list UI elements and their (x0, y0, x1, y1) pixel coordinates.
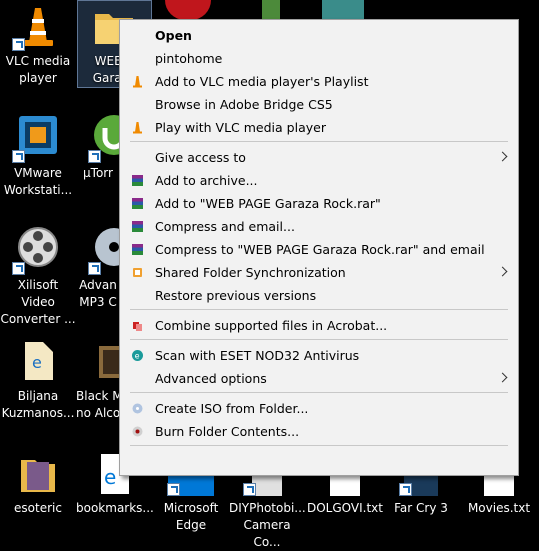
desktop-icon-label: VLC media player (5, 54, 71, 85)
burn-icon (132, 426, 143, 437)
submenu-arrow-icon (497, 372, 508, 383)
menu-item-label: Browse in Adobe Bridge CS5 (155, 97, 333, 112)
menu-separator (130, 392, 508, 393)
desktop-icon-label: esoteric (14, 501, 62, 515)
desktop-icon-vlc[interactable]: VLC media player (0, 0, 76, 92)
menu-item-compress-to-rar-and-email[interactable]: Compress to "WEB PAGE Garaza Rock.rar" a… (120, 238, 518, 261)
shortcut-arrow-icon (12, 38, 25, 51)
menu-item-label: Give access to (155, 150, 246, 165)
shortcut-arrow-icon (12, 150, 25, 163)
menu-item-label: Advanced options (155, 371, 267, 386)
desktop-icon-label: Black Mno Alco (76, 389, 120, 420)
menu-item-label: pintohome (155, 51, 223, 66)
shortcut-arrow-icon (167, 483, 180, 496)
desktop-icon-biljana[interactable]: e Biljana Kuzmanos... (0, 336, 76, 428)
winrar-icon (132, 221, 143, 232)
submenu-arrow-icon (497, 266, 508, 277)
menu-item-create-iso[interactable]: Create ISO from Folder... (120, 397, 518, 420)
winrar-icon (132, 175, 143, 186)
folder-icon (21, 460, 55, 492)
sync-icon (133, 268, 142, 277)
menu-item-compress-and-email[interactable]: Compress and email... (120, 215, 518, 238)
menu-item-restore-previous-versions[interactable]: Restore previous versions (120, 284, 518, 307)
desktop-icon-label: DIYPhotobi... Camera Co... (229, 501, 306, 549)
disc-icon (132, 403, 143, 414)
shortcut-arrow-icon (88, 262, 101, 275)
partial-icon-green (262, 0, 280, 20)
desktop-icon-label: Movies.txt (467, 501, 531, 515)
desktop-icon-label: Far Cry 3 (394, 501, 448, 515)
desktop-icon-esoteric[interactable]: esoteric (0, 450, 76, 542)
menu-item-add-to-vlc-playlist[interactable]: Add to VLC media player's Playlist (120, 70, 518, 93)
menu-item-add-to-rar[interactable]: Add to "WEB PAGE Garaza Rock.rar" (120, 192, 518, 215)
menu-item-label: Add to VLC media player's Playlist (155, 74, 369, 89)
menu-item-label: Add to "WEB PAGE Garaza Rock.rar" (155, 196, 381, 211)
menu-item-label: Play with VLC media player (155, 120, 326, 135)
menu-item-label: Shared Folder Synchronization (155, 265, 346, 280)
menu-item-open[interactable]: Open (120, 24, 518, 47)
shortcut-arrow-icon (243, 483, 256, 496)
desktop-icon-label: Xilisoft Video Converter ... (0, 278, 76, 326)
submenu-arrow-icon (497, 151, 508, 162)
menu-item-advanced-options[interactable]: Advanced options (120, 367, 518, 390)
desktop-icon-xilisoft[interactable]: Xilisoft Video Converter ... (0, 222, 76, 326)
menu-item-shared-folder-sync[interactable]: Shared Folder Synchronization (120, 261, 518, 284)
menu-item-label: Add to archive... (155, 173, 258, 188)
context-menu: Open pintohome Add to VLC media player's… (119, 19, 519, 476)
menu-item-label: Compress to "WEB PAGE Garaza Rock.rar" a… (155, 242, 485, 257)
menu-item-label: Compress and email... (155, 219, 295, 234)
menu-separator (130, 445, 508, 446)
vlc-cone-icon (133, 122, 142, 134)
acrobat-icon (133, 322, 142, 331)
menu-item-label: Combine supported files in Acrobat... (155, 318, 388, 333)
partial-icon-red (165, 0, 211, 20)
document-icon: e (25, 342, 53, 380)
shortcut-arrow-icon (88, 150, 101, 163)
desktop-icon-label: µTorr (83, 166, 113, 180)
menu-separator (130, 309, 508, 310)
menu-item-label: Burn Folder Contents... (155, 424, 300, 439)
desktop-icon-label: Biljana Kuzmanos... (1, 389, 75, 420)
svg-text:e: e (104, 465, 116, 489)
menu-item-scan-eset[interactable]: e Scan with ESET NOD32 Antivirus (120, 344, 518, 367)
menu-item-combine-in-acrobat[interactable]: Combine supported files in Acrobat... (120, 314, 518, 337)
vlc-cone-icon (133, 76, 142, 88)
desktop-icon-label: Advan MP3 C (79, 278, 117, 309)
menu-item-add-to-archive[interactable]: Add to archive... (120, 169, 518, 192)
eset-icon: e (132, 350, 143, 361)
menu-item-label: Create ISO from Folder... (155, 401, 309, 416)
desktop-icon-label: bookmarks... (76, 501, 154, 515)
menu-item-pintohome[interactable]: pintohome (120, 47, 518, 70)
winrar-icon (132, 198, 143, 209)
menu-item-play-with-vlc[interactable]: Play with VLC media player (120, 116, 518, 139)
winrar-icon (132, 244, 143, 255)
shortcut-arrow-icon (12, 262, 25, 275)
menu-item-burn-folder-contents[interactable]: Burn Folder Contents... (120, 420, 518, 443)
menu-item-label: Scan with ESET NOD32 Antivirus (155, 348, 360, 363)
menu-separator (130, 339, 508, 340)
svg-text:e: e (135, 352, 140, 361)
menu-item-browse-adobe-bridge[interactable]: Browse in Adobe Bridge CS5 (120, 93, 518, 116)
desktop-icon-label: VMware Workstati... (3, 166, 73, 197)
menu-item-label: Restore previous versions (155, 288, 317, 303)
desktop-icon-vmware[interactable]: VMware Workstati... (0, 110, 76, 202)
shortcut-arrow-icon (399, 483, 412, 496)
menu-item-label: Open (155, 28, 192, 43)
menu-separator (130, 141, 508, 142)
menu-item-give-access-to[interactable]: Give access to (120, 146, 518, 169)
svg-text:e: e (32, 353, 42, 372)
desktop-icon-label: DOLGOVI.txt (307, 501, 383, 515)
desktop-icon-label: Microsoft Edge (163, 501, 219, 532)
partial-icon-teal (322, 0, 364, 20)
